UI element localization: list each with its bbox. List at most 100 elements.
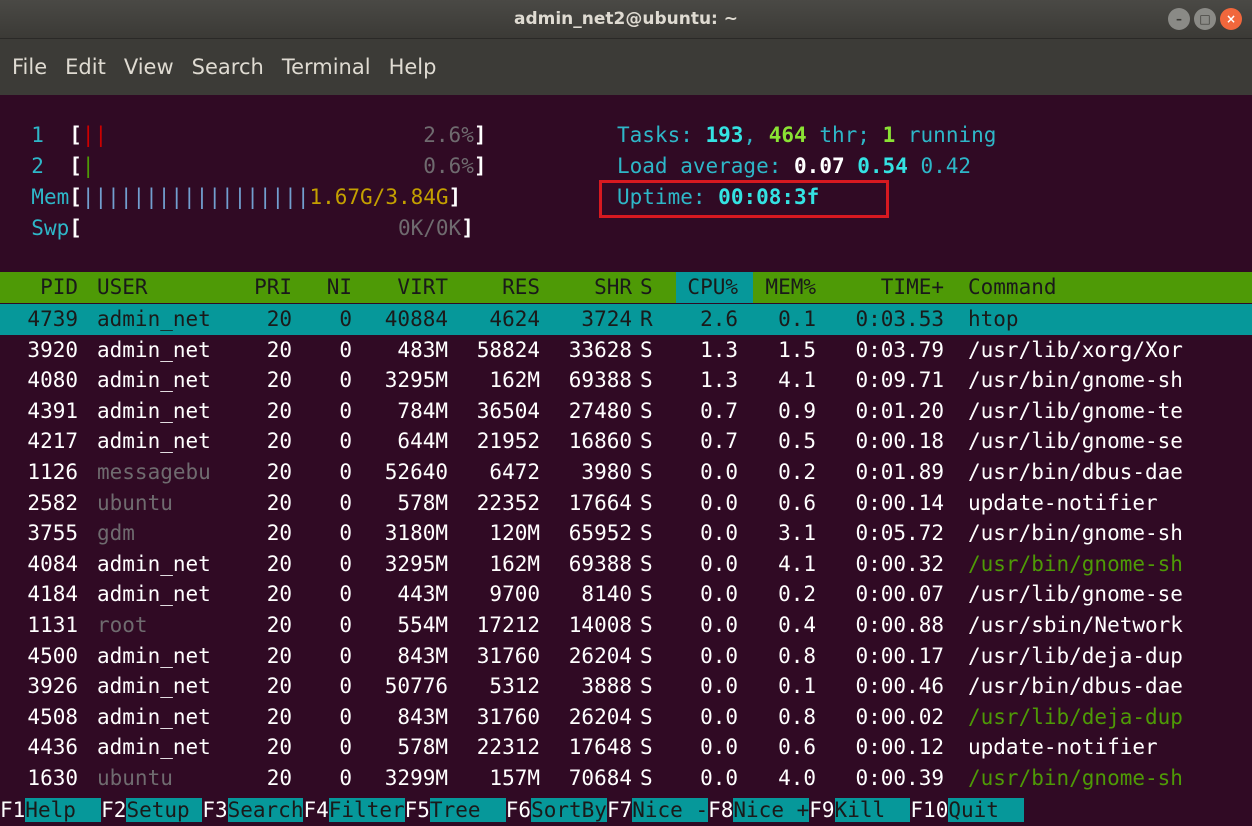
fkey-label-f4[interactable]: Filter (328, 798, 405, 822)
cell-cpu: 0.0 (700, 704, 738, 729)
minimize-button[interactable]: – (1168, 8, 1190, 30)
fkey-label-f5[interactable]: Tree (429, 798, 506, 822)
fkey-label-f6[interactable]: SortBy (531, 798, 607, 822)
cell-user: ubuntu (97, 766, 173, 790)
cell-pid: 4500 (27, 643, 78, 668)
close-button[interactable]: × (1220, 8, 1242, 30)
maximize-button[interactable]: □ (1194, 8, 1216, 30)
fkey-label-f8[interactable]: Nice + (733, 798, 810, 822)
cell-pid: 4436 (27, 735, 78, 760)
cell-user: root (97, 613, 148, 637)
tasks-line: Tasks: 193, 464 thr; 1 running (617, 123, 997, 147)
mem-meter: Mem[||||||||||||||||||1.67G/3.84G] (31, 185, 462, 209)
cell-cpu: 0.0 (700, 460, 738, 484)
cell-pid: 3755 (27, 521, 78, 546)
fkey-label-f7[interactable]: Nice - (632, 798, 709, 822)
cell-res: 58824 (476, 337, 540, 362)
cell-pid: 4084 (27, 551, 78, 576)
menu-help[interactable]: Help (383, 55, 443, 79)
fkey-label-f1[interactable]: Help (25, 798, 102, 822)
menu-search[interactable]: Search (186, 55, 270, 79)
cell-pid: 1126 (27, 460, 78, 484)
cell-ni: 0 (339, 398, 352, 423)
menu-edit[interactable]: Edit (59, 55, 112, 79)
fkey-label-f9[interactable]: Kill (834, 798, 911, 822)
cell-virt: 3299M (384, 766, 448, 790)
fkey-f10[interactable]: F10 (910, 798, 949, 822)
menu-view[interactable]: View (118, 55, 180, 79)
cell-virt: 554M (397, 613, 448, 637)
cell-pri: 20 (266, 429, 292, 454)
menu-terminal[interactable]: Terminal (276, 55, 377, 79)
cell-s: S (640, 766, 653, 790)
menu-file[interactable]: File (6, 55, 53, 79)
cell-user: admin_net (97, 307, 211, 331)
title-bar[interactable]: admin_net2@ubuntu: ~ – □ × (0, 0, 1252, 39)
cell-user: messagebu (97, 460, 211, 484)
fkey-label-f10[interactable]: Quit (948, 798, 1025, 822)
cell-pid: 3926 (27, 674, 78, 699)
fkey-f8[interactable]: F8 (708, 798, 734, 822)
cell-virt: 578M (397, 490, 448, 515)
cell-res: 22352 (476, 490, 540, 515)
cell-virt: 578M (397, 735, 448, 760)
cell-shr: 3724 (581, 307, 632, 331)
column-header-shr: SHR (594, 275, 632, 299)
cell-s: S (640, 704, 653, 729)
cell-time: 0:03.53 (855, 307, 944, 331)
cell-virt: 40884 (384, 307, 448, 331)
fkey-f4[interactable]: F4 (303, 798, 329, 822)
cell-res: 120M (489, 521, 540, 546)
fkey-f9[interactable]: F9 (809, 798, 835, 822)
cell-pri: 20 (266, 490, 292, 515)
cell-cpu: 0.0 (700, 490, 738, 515)
column-header-cmd: Command (968, 275, 1057, 299)
cell-mem: 0.1 (778, 674, 816, 699)
cell-pri: 20 (266, 704, 292, 729)
cell-shr: 8140 (581, 582, 632, 607)
cell-user: admin_net (97, 429, 211, 454)
cell-cmd: /usr/lib/gnome-se (968, 429, 1183, 454)
cell-cpu: 0.7 (700, 429, 738, 454)
cell-pri: 20 (266, 551, 292, 576)
cpu1-meter: 1 [|| 2.6%] (31, 123, 487, 147)
fkey-f6[interactable]: F6 (505, 798, 532, 822)
cell-cmd: update-notifier (968, 490, 1158, 515)
cell-time: 0:00.02 (855, 704, 944, 729)
cell-virt: 3180M (384, 521, 448, 546)
cell-shr: 14008 (568, 613, 632, 637)
cell-virt: 784M (397, 398, 448, 423)
cell-res: 36504 (476, 398, 540, 423)
cell-res: 31760 (476, 643, 540, 668)
cell-s: S (640, 337, 653, 362)
cell-ni: 0 (339, 460, 352, 484)
cell-s: S (640, 521, 653, 546)
fkey-label-f2[interactable]: Setup (126, 798, 203, 822)
cell-cmd: /usr/lib/xorg/Xor (968, 337, 1183, 362)
cell-s: R (640, 307, 653, 331)
fkey-label-f3[interactable]: Search (227, 798, 304, 822)
fkey-f5[interactable]: F5 (404, 798, 430, 822)
fkey-f3[interactable]: F3 (202, 798, 228, 822)
cell-user: admin_net (97, 337, 211, 362)
cell-res: 9700 (489, 582, 540, 607)
cell-res: 6472 (489, 460, 540, 484)
cell-user: gdm (97, 521, 135, 546)
cell-s: S (640, 551, 653, 576)
cell-time: 0:01.89 (855, 460, 944, 484)
cell-res: 5312 (489, 674, 540, 699)
cell-cpu: 0.0 (700, 551, 738, 576)
cell-pid: 4508 (27, 704, 78, 729)
cell-shr: 3980 (581, 460, 632, 484)
cell-pid: 4739 (27, 307, 78, 331)
cell-virt: 843M (397, 704, 448, 729)
fkey-f7[interactable]: F7 (606, 798, 633, 822)
cell-pri: 20 (266, 521, 292, 546)
fkey-f2[interactable]: F2 (101, 798, 127, 822)
cell-s: S (640, 490, 653, 515)
cell-user: ubuntu (97, 490, 173, 515)
cell-ni: 0 (339, 368, 352, 393)
cell-virt: 3295M (384, 368, 448, 393)
cell-res: 22312 (476, 735, 540, 760)
fkey-f1[interactable]: F1 (0, 798, 26, 822)
